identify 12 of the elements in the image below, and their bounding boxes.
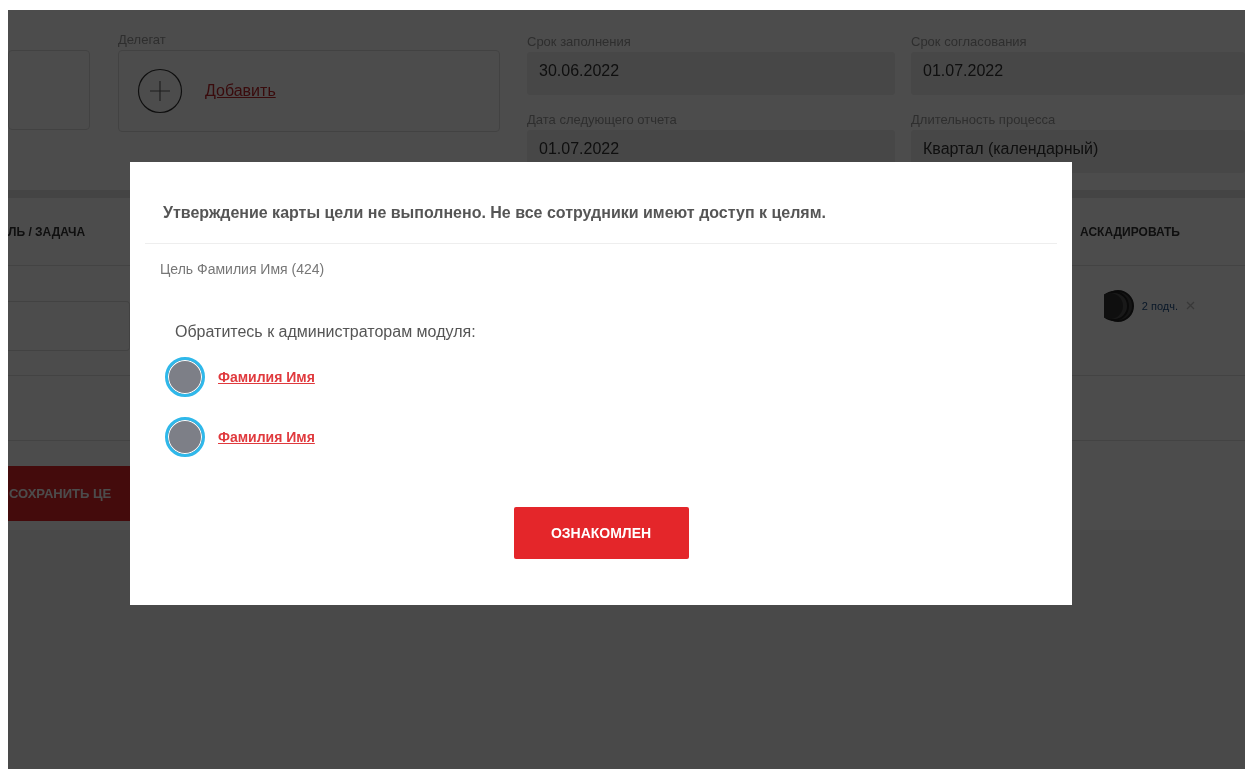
admin-link[interactable]: Фамилия Имя	[218, 369, 315, 385]
dialog-title: Утверждение карты цели не выполнено. Не все сотрудники имеют доступ к целям.	[162, 203, 827, 223]
column-header: АСКАДИРОВАТЬ	[1080, 224, 1180, 239]
dialog-message: Обратитесь к администраторам модуля:	[174, 322, 477, 341]
subordinates-count[interactable]: 2 подч.	[1141, 299, 1178, 312]
column-header: ЛЬ / ЗАДАЧА	[8, 224, 86, 239]
add-link[interactable]: Добавить	[205, 82, 276, 100]
goal-name: Цель Фамилия Имя (424)	[159, 260, 326, 277]
acknowledge-button[interactable]: ОЗНАКОМЛЕН	[513, 507, 689, 559]
admin-link[interactable]: Фамилия Имя	[218, 429, 315, 445]
avatar	[165, 417, 205, 457]
avatar	[165, 357, 205, 397]
